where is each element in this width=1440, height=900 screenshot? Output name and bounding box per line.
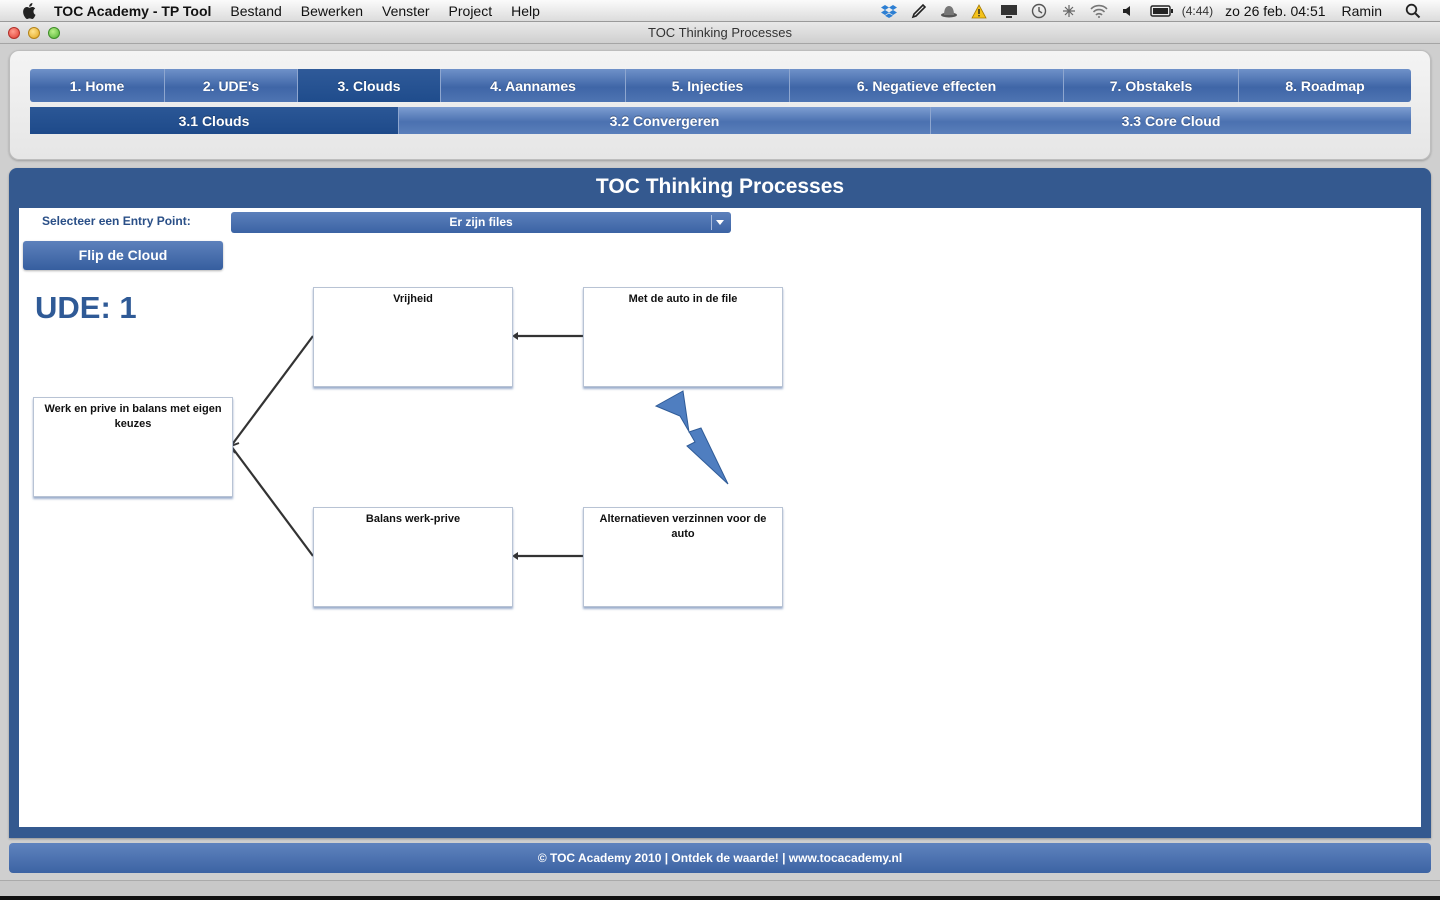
- tab-clouds[interactable]: 3. Clouds: [298, 69, 441, 102]
- menu-help[interactable]: Help: [511, 3, 540, 19]
- tab-injecties[interactable]: 5. Injecties: [626, 69, 790, 102]
- tab-aannames[interactable]: 4. Aannames: [441, 69, 626, 102]
- navigation-panel: 1. Home 2. UDE's 3. Clouds 4. Aannames 5…: [9, 50, 1431, 160]
- need-top-text: Vrijheid: [393, 293, 433, 305]
- apple-icon[interactable]: [20, 2, 38, 20]
- dropbox-icon[interactable]: [880, 3, 898, 19]
- minimize-window-button[interactable]: [28, 27, 40, 39]
- menubar-clock[interactable]: zo 26 feb. 04:51: [1225, 3, 1325, 19]
- goal-need-top-connector: [230, 335, 314, 447]
- app-menu[interactable]: TOC Academy - TP Tool: [54, 3, 211, 19]
- tab-negatieve-effecten[interactable]: 6. Negatieve effecten: [790, 69, 1064, 102]
- tab-roadmap[interactable]: 8. Roadmap: [1239, 69, 1411, 102]
- mac-menubar: TOC Academy - TP Tool Bestand Bewerken V…: [0, 0, 1440, 22]
- need-bottom-text: Balans werk-prive: [365, 513, 461, 525]
- menu-bestand[interactable]: Bestand: [230, 3, 281, 19]
- goal-box[interactable]: Werk en prive in balans met eigen keuzes: [33, 397, 233, 497]
- want-top-box[interactable]: Met de auto in de file: [583, 287, 783, 387]
- main-panel: TOC Thinking Processes Selecteer een Ent…: [9, 168, 1431, 838]
- main-tabs: 1. Home 2. UDE's 3. Clouds 4. Aannames 5…: [30, 69, 1411, 102]
- conflict-lightning-icon: [654, 390, 729, 485]
- subtab-convergeren[interactable]: 3.2 Convergeren: [399, 107, 931, 134]
- close-window-button[interactable]: [8, 27, 20, 39]
- tab-home[interactable]: 1. Home: [30, 69, 165, 102]
- subtab-core-cloud[interactable]: 3.3 Core Cloud: [931, 107, 1411, 134]
- footer-bar: © TOC Academy 2010 | Ontdek de waarde! |…: [9, 843, 1431, 873]
- user-menu[interactable]: Ramin: [1342, 3, 1382, 19]
- tab-obstakels[interactable]: 7. Obstakels: [1064, 69, 1239, 102]
- need-bottom-box[interactable]: Balans werk-prive: [313, 507, 513, 607]
- hat-icon[interactable]: [940, 3, 958, 19]
- time-machine-icon[interactable]: [1030, 3, 1048, 19]
- sub-tabs: 3.1 Clouds 3.2 Convergeren 3.3 Core Clou…: [30, 107, 1411, 134]
- screen-bottom-edge: [0, 896, 1440, 900]
- volume-icon[interactable]: [1120, 3, 1138, 19]
- wifi-icon[interactable]: [1090, 3, 1108, 19]
- bluetooth-icon[interactable]: [1060, 3, 1078, 19]
- cloud-canvas: Selecteer een Entry Point: Er zijn files…: [19, 208, 1421, 827]
- window-title: TOC Thinking Processes: [647, 25, 793, 40]
- menu-bewerken[interactable]: Bewerken: [301, 3, 363, 19]
- tab-udes[interactable]: 2. UDE's: [165, 69, 298, 102]
- goal-text: Werk en prive in balans met eigen keuzes: [44, 403, 222, 430]
- menu-project[interactable]: Project: [449, 3, 493, 19]
- zoom-window-button[interactable]: [48, 27, 60, 39]
- want-top-text: Met de auto in de file: [628, 293, 738, 305]
- goal-need-bottom-connector: [230, 445, 314, 557]
- app-window: 1. Home 2. UDE's 3. Clouds 4. Aannames 5…: [0, 44, 1440, 900]
- spotlight-search-icon[interactable]: [1404, 3, 1422, 19]
- page-title: TOC Thinking Processes: [595, 175, 845, 198]
- need-top-box[interactable]: Vrijheid: [313, 287, 513, 387]
- want-bottom-text: Alternatieven verzinnen voor de auto: [599, 513, 767, 540]
- window-titlebar: TOC Thinking Processes: [0, 22, 1440, 44]
- menu-venster[interactable]: Venster: [382, 3, 429, 19]
- battery-icon[interactable]: [1150, 3, 1174, 19]
- display-icon[interactable]: [1000, 3, 1018, 19]
- subtab-clouds[interactable]: 3.1 Clouds: [30, 107, 399, 134]
- pen-icon[interactable]: [910, 3, 928, 19]
- warning-icon[interactable]: [970, 3, 988, 19]
- want-bottom-box[interactable]: Alternatieven verzinnen voor de auto: [583, 507, 783, 607]
- battery-time: (4:44): [1181, 4, 1214, 18]
